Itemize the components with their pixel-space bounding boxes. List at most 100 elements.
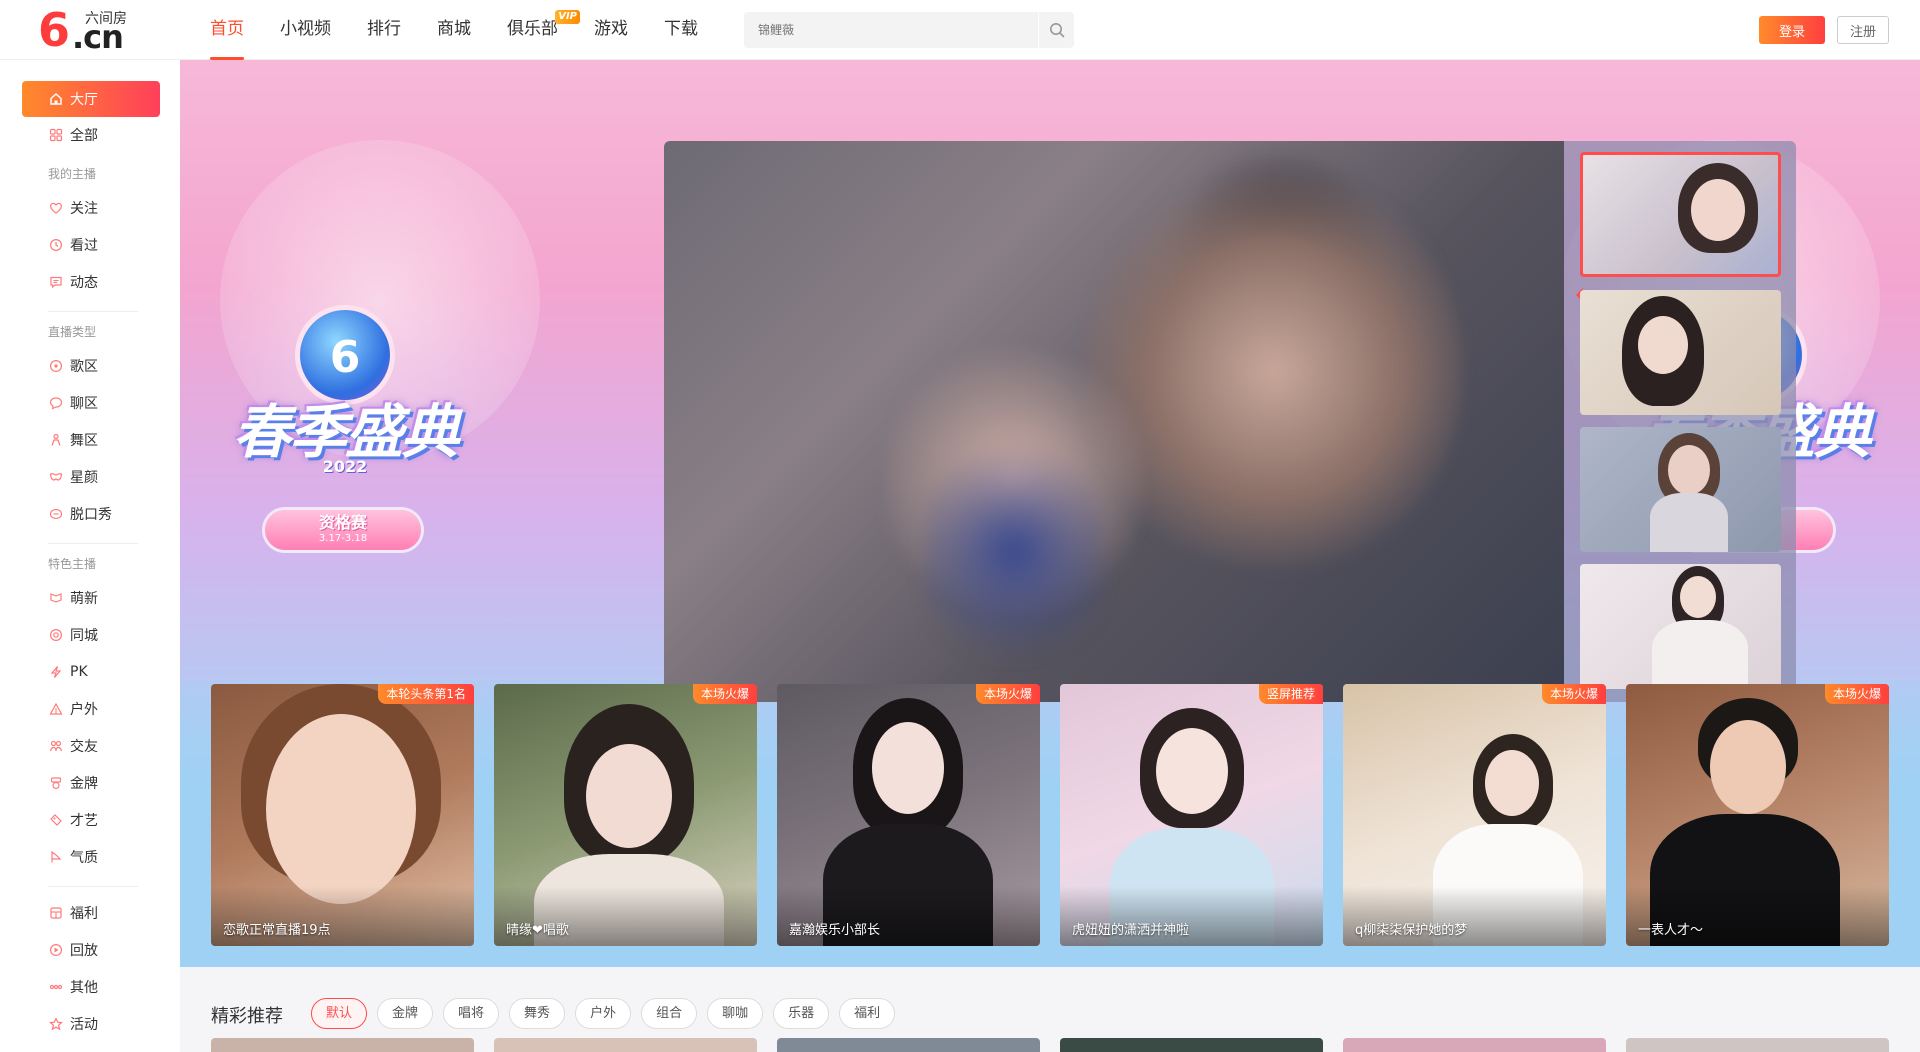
sidebar-item-follow[interactable]: 关注 [22, 190, 160, 226]
sidebar-item-temperament[interactable]: 气质 [22, 839, 160, 875]
emblem-year: 2022 [322, 457, 368, 476]
stream-card[interactable]: 本轮头条第1名 恋歌正常直播19点 [211, 684, 474, 946]
sidebar-group-title: 特色主播 [48, 557, 97, 571]
card-badge: 本场火爆 [975, 684, 1040, 704]
sidebar-item-talent[interactable]: 才艺 [22, 802, 160, 838]
filter-tag-dance[interactable]: 舞秀 [509, 998, 566, 1029]
sidebar-item-talk-show[interactable]: 脱口秀 [22, 496, 160, 532]
sidebar-label: 同城 [70, 628, 98, 644]
mask-icon [48, 469, 64, 485]
nav-ranking[interactable]: 排行 [367, 0, 401, 60]
site-logo[interactable]: 6 六间房 .cn [38, 3, 133, 57]
emblem-pill-main: 资格赛 [318, 513, 367, 532]
music-icon [48, 358, 64, 374]
thumb-figure [1638, 316, 1688, 374]
featured-card[interactable] [494, 1038, 757, 1052]
stream-card[interactable]: 本场火爆 嘉瀚娱乐小部长 [777, 684, 1040, 946]
sidebar-label: 脱口秀 [70, 507, 112, 523]
sidebar-item-star-face[interactable]: 星颜 [22, 459, 160, 495]
stream-card[interactable]: 本场火爆 q柳柒柒保护她的梦 [1343, 684, 1606, 946]
nav-home[interactable]: 首页 [210, 0, 244, 60]
sidebar-item-feed[interactable]: 动态 [22, 264, 160, 300]
live-video-player[interactable] [664, 141, 1564, 702]
register-button[interactable]: 注册 [1837, 16, 1889, 44]
sidebar-label: 回放 [70, 943, 98, 959]
nav-games[interactable]: 游戏 [594, 0, 628, 60]
stream-thumbnail[interactable] [1580, 564, 1781, 689]
nav-club[interactable]: 俱乐部 VIP [507, 0, 580, 60]
featured-card[interactable] [211, 1038, 474, 1052]
event-emblem-left[interactable]: 6 春季盛典 2022 资格赛 3.17-3.18 [205, 285, 485, 575]
stream-card[interactable]: 本场火爆 晴缘❤唱歌 [494, 684, 757, 946]
featured-card[interactable] [1343, 1038, 1606, 1052]
featured-card[interactable] [1626, 1038, 1889, 1052]
featured-card[interactable] [777, 1038, 1040, 1052]
top-header: 6 六间房 .cn 首页 小视频 排行 商城 俱乐部VIP 游戏 下载 登录 注… [0, 0, 1920, 60]
sidebar-item-chat[interactable]: 聊区 [22, 385, 160, 421]
card-badge: 本场火爆 [1541, 684, 1606, 704]
sidebar-item-newbie[interactable]: 萌新 [22, 580, 160, 616]
home-icon [48, 91, 64, 107]
stream-card[interactable]: 竖屏推荐 虎妞妞的潇洒并神啦 [1060, 684, 1323, 946]
stream-card[interactable]: 本场火爆 一表人才～ [1626, 684, 1889, 946]
vip-badge: VIP [555, 10, 580, 24]
card-title: 嘉瀚娱乐小部长 [789, 923, 881, 938]
filter-tag-talk[interactable]: 聊咖 [707, 998, 764, 1029]
featured-card[interactable] [1060, 1038, 1323, 1052]
sidebar-divider [48, 311, 138, 312]
sidebar-label: 气质 [70, 850, 98, 866]
sidebar-item-dance[interactable]: 舞区 [22, 422, 160, 458]
sidebar-item-replay[interactable]: 回放 [22, 932, 160, 968]
filter-tag-singer[interactable]: 唱将 [443, 998, 500, 1029]
sidebar-item-pk[interactable]: PK [22, 654, 160, 690]
filter-tag-gold[interactable]: 金牌 [377, 998, 434, 1029]
card-badge: 本轮头条第1名 [378, 684, 474, 704]
card-badge: 竖屏推荐 [1258, 684, 1323, 704]
search-icon [1049, 23, 1064, 38]
sidebar-divider [48, 543, 138, 544]
sidebar-item-welfare[interactable]: 福利 [22, 895, 160, 931]
friends-icon [48, 738, 64, 754]
filter-tag-group[interactable]: 组合 [641, 998, 698, 1029]
sidebar-item-history[interactable]: 看过 [22, 227, 160, 263]
filter-tag-default[interactable]: 默认 [311, 998, 368, 1029]
card-badge: 本场火爆 [692, 684, 757, 704]
card-figure [1710, 720, 1786, 814]
stream-thumbnail[interactable] [1580, 290, 1781, 415]
sidebar-item-events[interactable]: 活动 [22, 1006, 160, 1042]
stream-thumbnail[interactable] [1580, 427, 1781, 552]
search-button[interactable] [1039, 12, 1074, 48]
sidebar-item-dating[interactable]: 交友 [22, 728, 160, 764]
recommend-row: 本轮头条第1名 恋歌正常直播19点 本场火爆 晴缘❤唱歌 本场火爆 嘉瀚娱乐小部… [211, 684, 1891, 946]
nav-download[interactable]: 下载 [664, 0, 698, 60]
nav-mall[interactable]: 商城 [437, 0, 471, 60]
nav-label: 商城 [437, 19, 471, 39]
search-input[interactable] [744, 12, 1038, 48]
thumb-figure [1652, 620, 1748, 689]
featured-filter-tags: 默认 金牌 唱将 舞秀 户外 组合 聊咖 乐器 福利 [311, 998, 905, 1030]
sidebar-item-all[interactable]: 全部 [22, 117, 160, 153]
card-figure [872, 722, 944, 814]
stream-thumbnail[interactable] [1580, 152, 1781, 277]
login-button[interactable]: 登录 [1759, 16, 1825, 44]
sidebar-item-local[interactable]: 同城 [22, 617, 160, 653]
sidebar-label: 交友 [70, 739, 98, 755]
filter-tag-welfare[interactable]: 福利 [839, 998, 896, 1029]
filter-tag-outdoor[interactable]: 户外 [575, 998, 632, 1029]
emblem-pill-date: 3.17-3.18 [318, 533, 368, 544]
message-icon [48, 274, 64, 290]
sidebar-item-song[interactable]: 歌区 [22, 348, 160, 384]
main-nav: 首页 小视频 排行 商城 俱乐部 VIP 游戏 下载 [210, 0, 734, 60]
sidebar-item-hall[interactable]: 大厅 [22, 81, 160, 117]
sidebar-label: 金牌 [70, 776, 98, 792]
thumb-figure [1691, 179, 1745, 241]
sidebar-item-gold[interactable]: 金牌 [22, 765, 160, 801]
nav-short-video[interactable]: 小视频 [280, 0, 331, 60]
lightning-icon [48, 664, 64, 680]
sidebar-group-title: 直播类型 [48, 325, 97, 339]
filter-tag-instrument[interactable]: 乐器 [773, 998, 830, 1029]
sidebar-item-other[interactable]: 其他 [22, 969, 160, 1005]
card-figure [1156, 728, 1228, 814]
logo-six: 6 [38, 3, 71, 57]
sidebar-item-outdoor[interactable]: 户外 [22, 691, 160, 727]
